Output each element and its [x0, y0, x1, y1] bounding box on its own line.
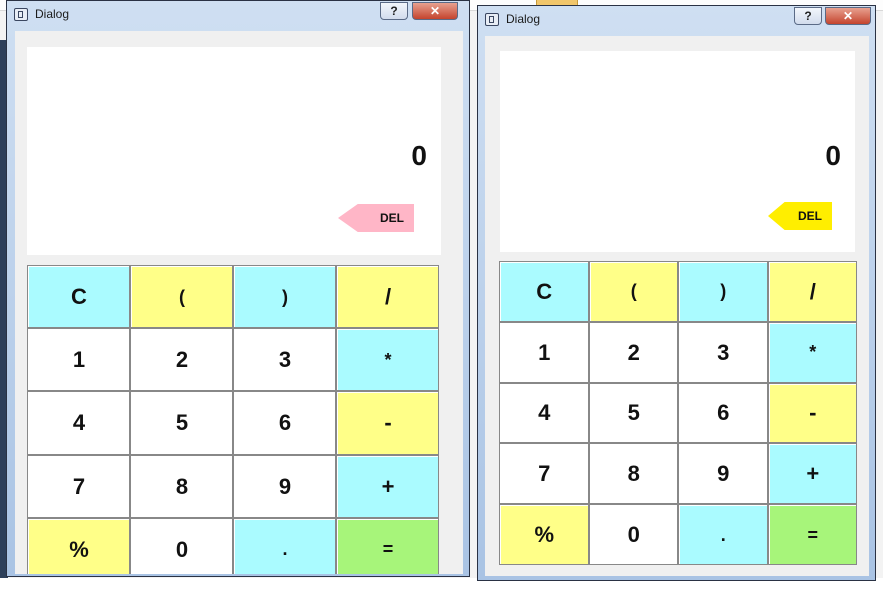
percent-button[interactable]: % — [500, 505, 588, 564]
add-button[interactable]: + — [768, 444, 856, 504]
clear-button[interactable]: C — [28, 266, 129, 328]
digit-0-button[interactable]: 0 — [589, 505, 677, 564]
add-button[interactable]: + — [337, 455, 438, 517]
help-button[interactable]: ? — [794, 7, 822, 25]
digit-3-button[interactable]: 3 — [234, 329, 335, 391]
window-title: Dialog — [35, 7, 70, 21]
digit-8-button[interactable]: 8 — [131, 455, 232, 517]
decimal-button[interactable]: . — [679, 505, 767, 564]
digit-8-button[interactable]: 8 — [589, 444, 677, 504]
help-button[interactable]: ? — [380, 2, 408, 20]
app-icon — [485, 13, 499, 26]
dialog-client-area: 0 DEL C()/1 2 3 * 4 5 6-7 8 9 +% 0. = — [15, 31, 463, 574]
digit-9-button[interactable]: 9 — [679, 444, 767, 504]
digit-4-button[interactable]: 4 — [500, 383, 588, 443]
subtract-button[interactable]: - — [337, 392, 438, 454]
digit-0-button[interactable]: 0 — [131, 518, 232, 574]
delete-button[interactable]: DEL — [768, 202, 832, 230]
multiply-button[interactable]: * — [337, 329, 438, 391]
app-icon — [14, 8, 28, 21]
close-paren-button[interactable]: ) — [679, 262, 767, 321]
digit-2-button[interactable]: 2 — [131, 329, 232, 391]
percent-button[interactable]: % — [28, 518, 129, 574]
digit-1-button[interactable]: 1 — [28, 329, 129, 391]
close-paren-button[interactable]: ) — [234, 266, 335, 328]
delete-button[interactable]: DEL — [338, 204, 414, 232]
title-bar[interactable]: Dialog ? ✕ — [7, 1, 469, 29]
multiply-button[interactable]: * — [768, 322, 856, 382]
window-title: Dialog — [506, 12, 541, 26]
digit-5-button[interactable]: 5 — [131, 392, 232, 454]
open-paren-button[interactable]: ( — [131, 266, 232, 328]
title-bar[interactable]: Dialog ? ✕ — [478, 6, 875, 34]
calculator-dialog-2: Dialog ? ✕ 0 DEL C()/1 2 3 * 4 5 6-7 8 9 +% 0. = — [477, 5, 876, 581]
result-display: 0 DEL — [500, 51, 855, 252]
equals-button[interactable]: = — [337, 518, 438, 574]
close-button[interactable]: ✕ — [825, 7, 871, 25]
open-paren-button[interactable]: ( — [589, 262, 677, 321]
digit-7-button[interactable]: 7 — [28, 455, 129, 517]
digit-6-button[interactable]: 6 — [679, 383, 767, 443]
digit-6-button[interactable]: 6 — [234, 392, 335, 454]
display-value: 0 — [411, 140, 427, 171]
keypad: C()/ 1 2 3 * 4 5 6- 7 8 9 +% 0. = — [27, 265, 439, 574]
digit-7-button[interactable]: 7 — [500, 444, 588, 504]
result-display: 0 DEL — [27, 47, 441, 255]
digit-9-button[interactable]: 9 — [234, 455, 335, 517]
display-value: 0 — [825, 140, 841, 171]
divide-button[interactable]: / — [337, 266, 438, 328]
divide-button[interactable]: / — [768, 262, 856, 321]
digit-3-button[interactable]: 3 — [679, 322, 767, 382]
equals-button[interactable]: = — [768, 505, 856, 564]
digit-1-button[interactable]: 1 — [500, 322, 588, 382]
dialog-client-area: 0 DEL C()/1 2 3 * 4 5 6-7 8 9 +% 0. = — [485, 36, 869, 576]
decimal-button[interactable]: . — [234, 518, 335, 574]
calculator-dialog-1: Dialog ? ✕ 0 DEL C()/1 2 3 * 4 5 6-7 8 9 +% 0. = — [6, 0, 470, 577]
clear-button[interactable]: C — [500, 262, 588, 321]
digit-5-button[interactable]: 5 — [589, 383, 677, 443]
close-button[interactable]: ✕ — [412, 2, 458, 20]
digit-4-button[interactable]: 4 — [28, 392, 129, 454]
subtract-button[interactable]: - — [768, 383, 856, 443]
digit-2-button[interactable]: 2 — [589, 322, 677, 382]
keypad: C()/ 1 2 3 * 4 5 6- 7 8 9 +% 0. = — [499, 261, 857, 565]
